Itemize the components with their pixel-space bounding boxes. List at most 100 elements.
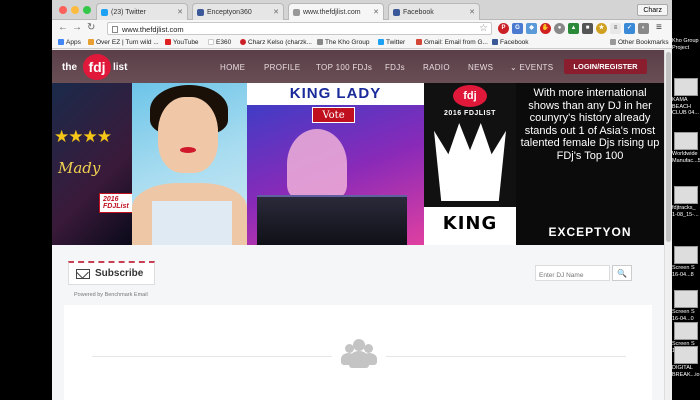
e360-icon [208, 39, 214, 45]
adblock-extension-icon[interactable]: ✋ [540, 23, 551, 34]
year-label: 2016 FDJLIST [444, 110, 496, 117]
extension-icon[interactable]: ◆ [526, 23, 537, 34]
bookmarks-bar: Apps Over EZ | Turn wild ... YouTube E36… [52, 37, 672, 49]
translate-extension-icon[interactable]: G [512, 23, 523, 34]
tab-label: Enceptyon360 [207, 9, 252, 16]
bookmark-apps[interactable]: Apps [58, 39, 81, 46]
desktop-item-screenshot-1[interactable]: Screen S 16-04...8 [672, 246, 700, 278]
banner-panel-portrait [132, 83, 247, 245]
divider-right [386, 356, 626, 357]
desktop-icons: Kho Group Project KAMA BEACH CLUB 04... … [672, 0, 700, 400]
bookmark-kho-group[interactable]: The Kho Group [317, 39, 369, 46]
extension-icon[interactable]: ● [554, 23, 565, 34]
page-icon [112, 26, 118, 33]
bookmark-over-ez[interactable]: Over EZ | Turn wild ... [88, 39, 159, 46]
bookmark-youtube[interactable]: YouTube [165, 39, 199, 46]
scrollbar-thumb[interactable] [666, 52, 671, 242]
close-window-button[interactable] [59, 6, 67, 14]
extension-icon[interactable]: ■ [582, 23, 593, 34]
mady-script-text: Mady [58, 159, 101, 177]
search-button[interactable]: 🔍 [612, 265, 632, 281]
nav-fdjs[interactable]: FDJs [385, 63, 405, 72]
reload-icon[interactable]: ↻ [87, 22, 95, 33]
nav-home[interactable]: HOME [220, 63, 245, 72]
file-thumbnail-icon [674, 132, 698, 150]
gmail-icon [416, 39, 422, 45]
youtube-icon [165, 39, 171, 45]
fullscreen-window-button[interactable] [83, 6, 91, 14]
screen: (23) Twitter ✕ Enceptyon360 ✕ www.thefdj… [0, 0, 700, 400]
nav-profile[interactable]: PROFILE [264, 63, 300, 72]
desktop-item-label: fdjtracks_ 1-08_15-... [672, 205, 699, 218]
dj-figure [287, 129, 347, 199]
url-text: www.thefdjlist.com [122, 25, 184, 34]
tab-thefdjlist[interactable]: www.thefdjlist.com ✕ [288, 3, 384, 20]
bookmark-label: Over EZ | Turn wild ... [96, 39, 159, 46]
profile-button[interactable]: Charz [637, 4, 668, 16]
twitter-favicon-icon [101, 9, 108, 16]
pinterest-extension-icon[interactable]: P [498, 23, 509, 34]
king-text: KING [424, 207, 516, 245]
file-thumbnail-icon [674, 346, 698, 364]
browser-toolbar: ← → ↻ www.thefdjlist.com ☆ P G ◆ ✋ ● ▲ ■… [52, 20, 672, 37]
desktop-item-worldwide[interactable]: Worldwide Manufac...5 [672, 132, 700, 164]
address-bar[interactable]: www.thefdjlist.com ☆ [107, 22, 492, 35]
desktop-item-kho-group[interactable]: Kho Group Project [672, 38, 700, 51]
desktop-item-fdjtracks[interactable]: fdjtracks_ 1-08_15-... [672, 186, 700, 218]
browser-menu-icon[interactable]: ≡ [656, 22, 662, 33]
powered-by-text[interactable]: Powered by Benchmark Email [74, 292, 148, 298]
file-thumbnail-icon [674, 186, 698, 204]
folder-icon [610, 39, 616, 45]
close-tab-icon[interactable]: ✕ [469, 8, 475, 16]
fdj-logo-badge: fdj [453, 85, 487, 107]
bookmark-star-icon[interactable]: ☆ [479, 23, 488, 34]
close-tab-icon[interactable]: ✕ [273, 8, 279, 16]
close-tab-icon[interactable]: ✕ [373, 8, 379, 16]
bookmark-label: Other Bookmarks [618, 39, 669, 46]
tab-twitter[interactable]: (23) Twitter ✕ [96, 3, 188, 20]
login-register-button[interactable]: LOGIN/REGISTER [564, 59, 647, 74]
desktop-item-kama-beach[interactable]: KAMA BEACH CLUB 04... [672, 78, 700, 117]
other-bookmarks[interactable]: Other Bookmarks [610, 39, 669, 46]
tab-label: www.thefdjlist.com [303, 9, 361, 16]
desktop-item-digital-break[interactable]: DIGITAL BREAK...io [672, 346, 700, 378]
nav-top-100-fdjs[interactable]: TOP 100 FDJs [316, 63, 372, 72]
tab-bar: (23) Twitter ✕ Enceptyon360 ✕ www.thefdj… [52, 0, 672, 20]
vote-badge: Vote [312, 107, 355, 123]
minimize-window-button[interactable] [71, 6, 79, 14]
bookmark-label: Charz Kelso (charzk... [248, 39, 312, 46]
dj-name-search-input[interactable] [535, 265, 610, 281]
tab-facebook[interactable]: Facebook ✕ [388, 3, 480, 20]
back-arrow-icon[interactable]: ← [58, 22, 68, 33]
banner-panel-promo: With more international shows than any D… [516, 83, 664, 245]
extension-icon[interactable]: ≡ [610, 23, 621, 34]
forward-arrow-icon[interactable]: → [72, 22, 82, 33]
nav-events[interactable]: ⌄ EVENTS [510, 63, 553, 72]
desktop-item-label: Screen S 16-04...0 [672, 309, 695, 322]
extension-icon[interactable]: ★ [596, 23, 607, 34]
desktop-item-label: Worldwide Manufac...5 [672, 151, 700, 164]
extension-icon[interactable]: ◐ [638, 23, 649, 34]
bookmark-twitter[interactable]: Twitter [378, 39, 405, 46]
logo-suffix: list [113, 62, 128, 73]
twitter-icon [378, 39, 384, 45]
bookmark-facebook[interactable]: Facebook [492, 39, 529, 46]
hero-banner[interactable]: ★★★★ Mady 2016 FDJList KING LADY Vote fd… [52, 83, 664, 245]
desktop-item-label: Kho Group Project [672, 38, 699, 51]
fdj-tag: 2016 FDJList [99, 193, 132, 213]
desktop-item-screenshot-2[interactable]: Screen S 16-04...0 [672, 290, 700, 322]
close-tab-icon[interactable]: ✕ [177, 8, 183, 16]
page-scrollbar[interactable] [664, 50, 672, 400]
banner-panel-king-lady: KING LADY Vote [247, 83, 424, 245]
bookmark-pinterest[interactable]: Charz Kelso (charzk... [240, 39, 312, 46]
extension-icon[interactable]: ▲ [568, 23, 579, 34]
nav-radio[interactable]: RADIO [423, 63, 450, 72]
subscribe-button[interactable]: Subscribe [68, 261, 155, 285]
extension-icon[interactable]: ✓ [624, 23, 635, 34]
file-thumbnail-icon [674, 290, 698, 308]
bookmark-e360[interactable]: E360 [208, 39, 231, 46]
facebook-favicon-icon [393, 9, 400, 16]
nav-news[interactable]: NEWS [468, 63, 493, 72]
tab-enceptyon360[interactable]: Enceptyon360 ✕ [192, 3, 284, 20]
bookmark-gmail[interactable]: Gmail: Email from G... [416, 39, 488, 46]
